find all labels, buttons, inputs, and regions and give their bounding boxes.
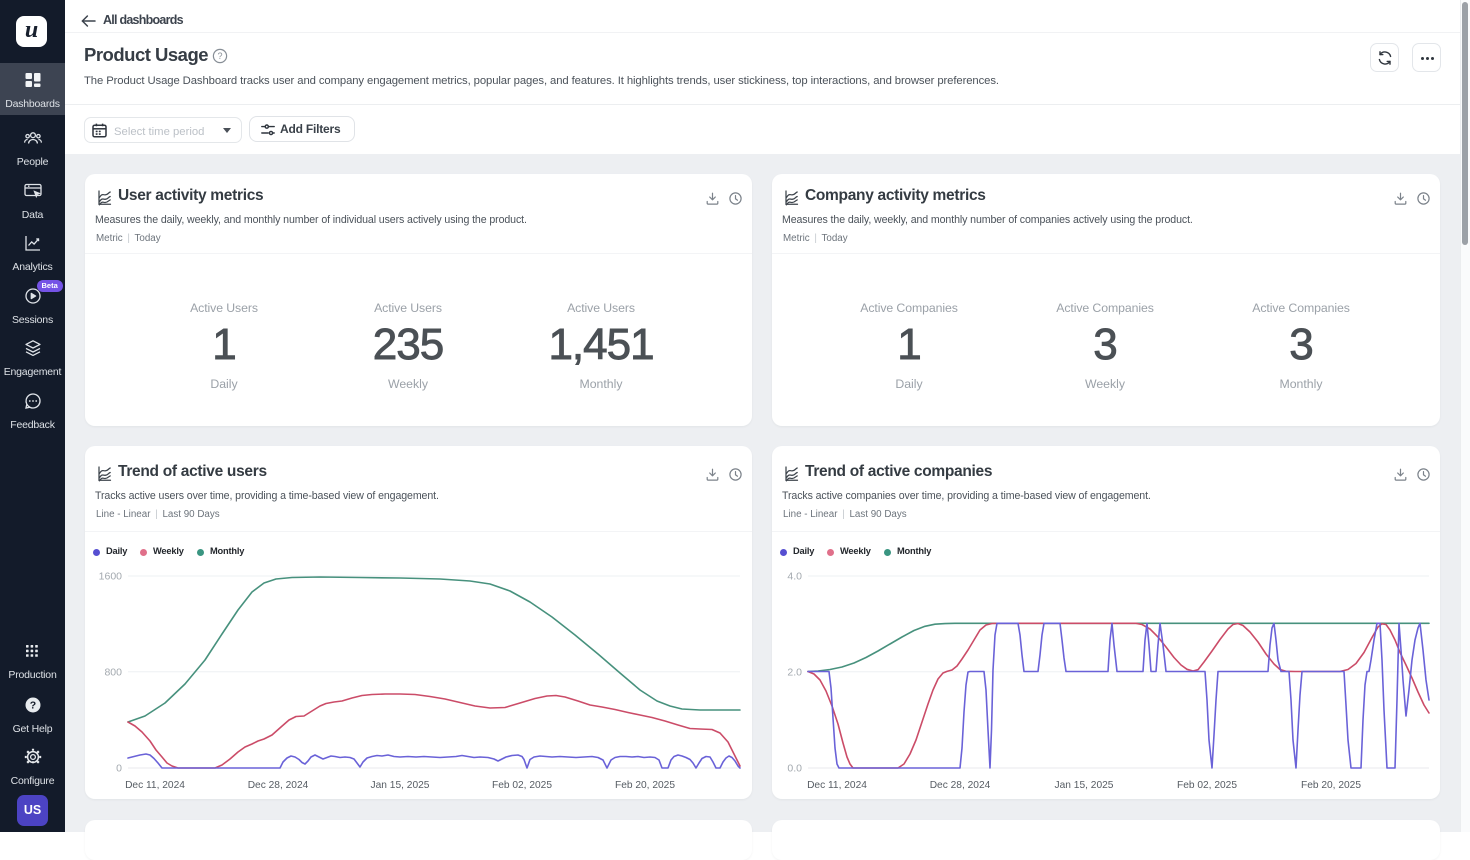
svg-text:Jan 15, 2025: Jan 15, 2025 (371, 780, 430, 791)
svg-text:Feb 20, 2025: Feb 20, 2025 (615, 780, 675, 791)
svg-text:Feb 20, 2025: Feb 20, 2025 (1301, 780, 1361, 791)
svg-text:Feb 02, 2025: Feb 02, 2025 (1177, 780, 1237, 791)
svg-text:800: 800 (104, 666, 122, 678)
svg-text:Dec 11, 2024: Dec 11, 2024 (125, 780, 185, 791)
svg-text:Dec 28, 2024: Dec 28, 2024 (248, 780, 309, 791)
svg-text:1600: 1600 (99, 571, 123, 583)
svg-text:?: ? (29, 700, 35, 712)
svg-text:Dec 11, 2024: Dec 11, 2024 (807, 780, 867, 791)
svg-text:2.0: 2.0 (787, 666, 802, 678)
svg-text:0.0: 0.0 (787, 763, 802, 775)
svg-text:0: 0 (116, 763, 122, 775)
svg-text:Jan 15, 2025: Jan 15, 2025 (1055, 780, 1114, 791)
svg-text:Feb 02, 2025: Feb 02, 2025 (492, 780, 552, 791)
svg-text:?: ? (217, 51, 222, 61)
svg-text:4.0: 4.0 (787, 571, 802, 583)
svg-text:Dec 28, 2024: Dec 28, 2024 (930, 780, 991, 791)
